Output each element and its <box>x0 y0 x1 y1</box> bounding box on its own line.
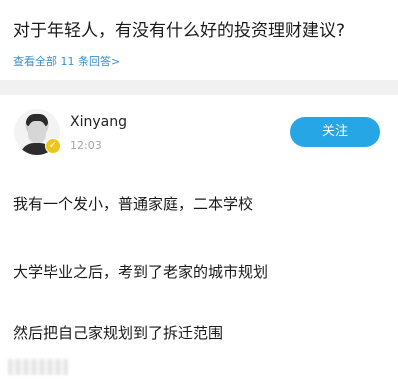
question-card: 对于年轻人，有没有什么好的投资理财建议? 查看全部 11 条回答> <box>0 0 398 80</box>
view-all-answers-link[interactable]: 查看全部 11 条回答> <box>13 53 120 69</box>
verified-badge-icon: ✓ <box>45 138 61 154</box>
follow-button[interactable]: 关注 <box>290 117 380 147</box>
question-title[interactable]: 对于年轻人，有没有什么好的投资理财建议? <box>13 16 345 41</box>
answer-card: ✓ Xinyang 12:03 关注 我有一个发小，普通家庭，二本学校 大学毕业… <box>0 95 398 382</box>
post-time: 12:03 <box>70 139 102 152</box>
answer-paragraph: 大学毕业之后，考到了老家的城市规划 <box>13 263 269 281</box>
blurred-watermark <box>8 359 68 375</box>
author-name[interactable]: Xinyang <box>70 114 127 130</box>
section-divider <box>0 80 398 95</box>
answer-paragraph: 我有一个发小，普通家庭，二本学校 <box>13 195 254 213</box>
answer-paragraph: 然后把自己家规划到了拆迁范围 <box>13 324 224 342</box>
